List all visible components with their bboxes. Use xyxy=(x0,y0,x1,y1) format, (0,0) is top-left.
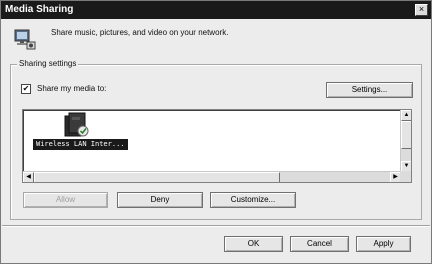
horizontal-scrollbar[interactable]: ◀ ▶ xyxy=(23,171,401,182)
vertical-scroll-thumb[interactable] xyxy=(401,121,411,149)
network-device-icon xyxy=(64,112,89,137)
share-media-checkbox[interactable]: ✔ xyxy=(21,84,31,94)
list-item[interactable]: Wireless LAN Inter... xyxy=(33,112,128,150)
device-list[interactable]: Wireless LAN Inter... ▲ ▼ ◀ ▶ xyxy=(22,109,412,183)
customize-button[interactable]: Customize... xyxy=(210,192,296,208)
window-title: Media Sharing xyxy=(5,4,74,15)
device-label: Wireless LAN Inter... xyxy=(33,139,128,150)
separator xyxy=(2,225,430,227)
allow-button[interactable]: Allow xyxy=(23,192,108,208)
scroll-up-icon[interactable]: ▲ xyxy=(401,110,411,121)
title-bar: Media Sharing × xyxy=(1,1,431,19)
cancel-button[interactable]: Cancel xyxy=(290,236,349,252)
horizontal-scroll-thumb[interactable] xyxy=(34,172,280,182)
settings-button[interactable]: Settings... xyxy=(326,82,413,98)
group-label: Sharing settings xyxy=(17,59,79,69)
scroll-left-icon[interactable]: ◀ xyxy=(23,172,34,182)
close-button[interactable]: × xyxy=(415,4,428,16)
scrollbar-corner xyxy=(400,171,411,182)
description-text: Share music, pictures, and video on your… xyxy=(51,28,229,37)
share-media-label[interactable]: Share my media to: xyxy=(37,84,106,94)
media-sharing-icon xyxy=(14,29,36,50)
apply-button[interactable]: Apply xyxy=(356,236,411,252)
vertical-scrollbar[interactable]: ▲ ▼ xyxy=(400,110,411,172)
deny-button[interactable]: Deny xyxy=(117,192,203,208)
media-sharing-dialog: Media Sharing × Share music, pictures, a… xyxy=(0,0,432,264)
ok-button[interactable]: OK xyxy=(224,236,283,252)
